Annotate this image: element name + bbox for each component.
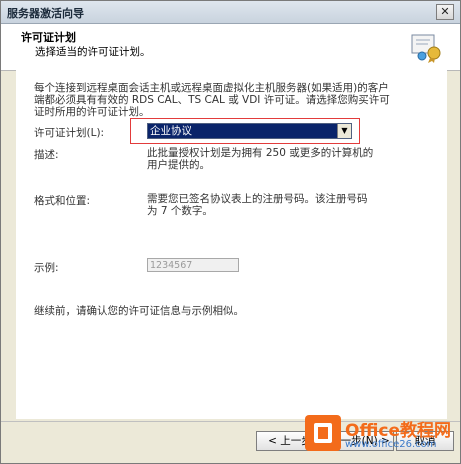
close-button[interactable]: ✕: [436, 4, 454, 20]
chevron-down-icon[interactable]: ▼: [337, 124, 351, 138]
certificate-icon: [411, 34, 441, 63]
wizard-header: 许可证计划 选择适当的许可证计划。: [1, 24, 460, 71]
format-text: 需要您已签名协议表上的注册号码。该注册号码为 7 个数字。: [147, 193, 368, 217]
license-plan-label: 许可证计划(L):: [34, 127, 105, 139]
example-label: 示例:: [34, 262, 59, 274]
format-label: 格式和位置:: [34, 195, 91, 207]
example-field: 1234567: [147, 258, 239, 272]
description-text: 此批量授权计划是为拥有 250 或更多的计算机的用户提供的。: [147, 147, 374, 171]
window-title: 服务器激活向导: [7, 7, 84, 20]
license-plan-selected: 企业协议: [150, 125, 192, 137]
confirm-note: 继续前，请确认您的许可证信息与示例相似。: [34, 305, 244, 317]
watermark-url: www.office26.com: [345, 439, 437, 450]
page-subtitle: 选择适当的许可证计划。: [35, 46, 151, 58]
title-bar: 服务器激活向导 ✕: [1, 1, 460, 24]
license-plan-select[interactable]: 企业协议 ▼: [147, 123, 352, 139]
office-logo-icon: [305, 415, 341, 451]
page-title: 许可证计划: [21, 31, 76, 44]
watermark-brand: Office教程网: [345, 421, 452, 441]
watermark: Office教程网 www.office26.com: [305, 413, 455, 461]
intro-text: 每个连接到远程桌面会话主机或远程桌面虚拟化主机服务器(如果适用)的客户端都必须具…: [34, 82, 390, 118]
description-label: 描述:: [34, 149, 59, 161]
